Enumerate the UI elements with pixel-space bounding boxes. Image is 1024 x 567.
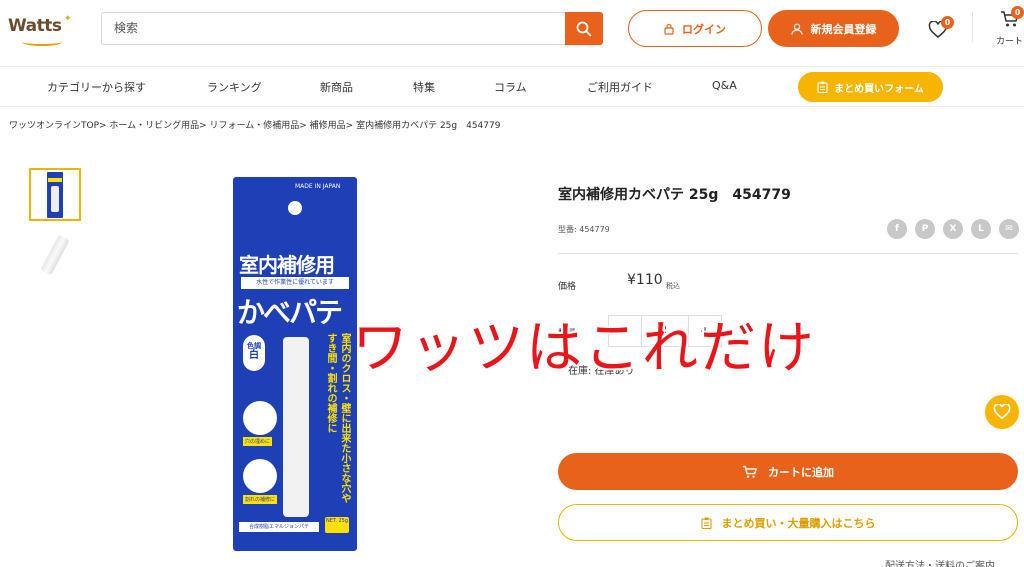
search-button[interactable] bbox=[565, 12, 603, 45]
package-illustration-2 bbox=[243, 459, 277, 493]
cart-label: カート bbox=[996, 37, 1024, 47]
nav-item-column[interactable]: コラム bbox=[494, 79, 527, 95]
favorites-button[interactable]: 0 bbox=[928, 16, 954, 42]
bulk-purchase-label: まとめ買い・大量購入はこちら bbox=[721, 516, 876, 530]
price-label: 価格 bbox=[558, 282, 577, 292]
package-tube bbox=[283, 337, 309, 517]
product-image: MADE IN JAPAN 室内補修用 水性で作業性に優れています かべパテ 色… bbox=[233, 177, 357, 551]
package-illustration-1 bbox=[243, 401, 277, 435]
package-made-in: MADE IN JAPAN bbox=[295, 183, 341, 190]
bulk-order-form-label: まとめ買いフォーム bbox=[834, 83, 924, 95]
package-color-badge: 色調 白 bbox=[243, 335, 265, 371]
thumbnail-package-image bbox=[47, 171, 63, 218]
price-value: ¥110 bbox=[627, 272, 663, 288]
register-label: 新規会員登録 bbox=[810, 22, 877, 36]
thumbnail-package[interactable] bbox=[29, 168, 81, 221]
cart-button[interactable]: 0 カート bbox=[994, 6, 1024, 47]
nav-item-guide[interactable]: ご利用ガイド bbox=[587, 79, 653, 95]
thumbnail-tube[interactable] bbox=[31, 232, 79, 277]
divider bbox=[558, 253, 1018, 254]
overlay-caption: ワッツはこれだけ bbox=[352, 316, 816, 381]
nav-item-new[interactable]: 新商品 bbox=[320, 79, 353, 95]
login-button[interactable]: ログイン bbox=[628, 10, 762, 47]
nav-item-feature[interactable]: 特集 bbox=[413, 79, 435, 95]
product-model-number: 型番: 454779 bbox=[558, 225, 610, 234]
package-title-main: かべパテ bbox=[237, 296, 343, 329]
x-icon[interactable]: X bbox=[943, 219, 963, 239]
thumbnail-tube-image bbox=[40, 234, 70, 275]
nav-item-category[interactable]: カテゴリーから探す bbox=[47, 79, 146, 95]
header-divider bbox=[972, 12, 973, 42]
clipboard-icon bbox=[700, 517, 712, 529]
add-to-cart-label: カートに追加 bbox=[768, 465, 834, 479]
tax-label: 税込 bbox=[666, 282, 680, 290]
login-label: ログイン bbox=[682, 22, 726, 36]
bulk-order-form-button[interactable]: まとめ買いフォーム bbox=[798, 72, 943, 102]
search-input[interactable]: 検索 bbox=[101, 12, 565, 45]
search-icon bbox=[576, 21, 592, 36]
package-color-value: 白 bbox=[249, 350, 259, 361]
favorites-count-badge: 0 bbox=[941, 16, 954, 29]
package-hang-hole bbox=[288, 201, 302, 215]
shipping-info-link[interactable]: 配送方法・送料のご案内 bbox=[885, 557, 995, 567]
package-subtitle: 水性で作業性に優れています bbox=[241, 277, 349, 289]
cart-icon bbox=[743, 465, 757, 478]
heart-icon bbox=[993, 404, 1011, 420]
watts-logo[interactable]: Watts ✦ bbox=[8, 14, 74, 46]
pinterest-icon[interactable]: P bbox=[915, 219, 935, 239]
breadcrumb[interactable]: ワッツオンラインTOP> ホーム・リビング用品> リフォーム・修補用品> 補修用… bbox=[9, 118, 500, 131]
lock-icon bbox=[664, 23, 674, 35]
share-buttons: f P X L ✉ bbox=[887, 219, 1019, 239]
email-icon[interactable]: ✉ bbox=[999, 219, 1019, 239]
package-description: 室内のクロス・壁に出来た小さな穴やすき間・割れの補修に bbox=[317, 333, 351, 503]
package-title-top: 室内補修用 bbox=[239, 253, 335, 277]
header: Watts ✦ 検索 ログイン 新規会員登録 0 0 カート bbox=[0, 0, 1024, 64]
package-tag-2: 割れの補修に bbox=[243, 495, 278, 504]
package-tag-1: 穴の埋めに bbox=[243, 437, 273, 446]
main-nav: カテゴリーから探す ランキング 新商品 特集 コラム ご利用ガイド Q&A まと… bbox=[0, 66, 1024, 107]
logo-spark-icon: ✦ bbox=[64, 14, 72, 24]
add-to-favorites-button[interactable] bbox=[985, 395, 1019, 429]
package-net-weight: NET. 25g bbox=[325, 517, 349, 533]
nav-item-qa[interactable]: Q&A bbox=[712, 79, 737, 92]
user-icon bbox=[790, 23, 803, 35]
cart-count-badge: 0 bbox=[1011, 6, 1024, 19]
line-icon[interactable]: L bbox=[971, 219, 991, 239]
logo-text: Watts bbox=[8, 16, 62, 36]
product-title: 室内補修用カベパテ 25g 454779 bbox=[558, 187, 791, 203]
clipboard-icon bbox=[817, 81, 828, 93]
register-button[interactable]: 新規会員登録 bbox=[768, 10, 899, 47]
logo-arc-icon bbox=[22, 38, 62, 46]
package-bottom-label: 合成樹脂エマルジョンパテ bbox=[239, 522, 319, 532]
add-to-cart-button[interactable]: カートに追加 bbox=[558, 453, 1018, 490]
package-color-label: 色調 bbox=[247, 342, 261, 350]
bulk-purchase-button[interactable]: まとめ買い・大量購入はこちら bbox=[558, 504, 1018, 541]
facebook-icon[interactable]: f bbox=[887, 219, 907, 239]
nav-item-ranking[interactable]: ランキング bbox=[207, 79, 262, 95]
